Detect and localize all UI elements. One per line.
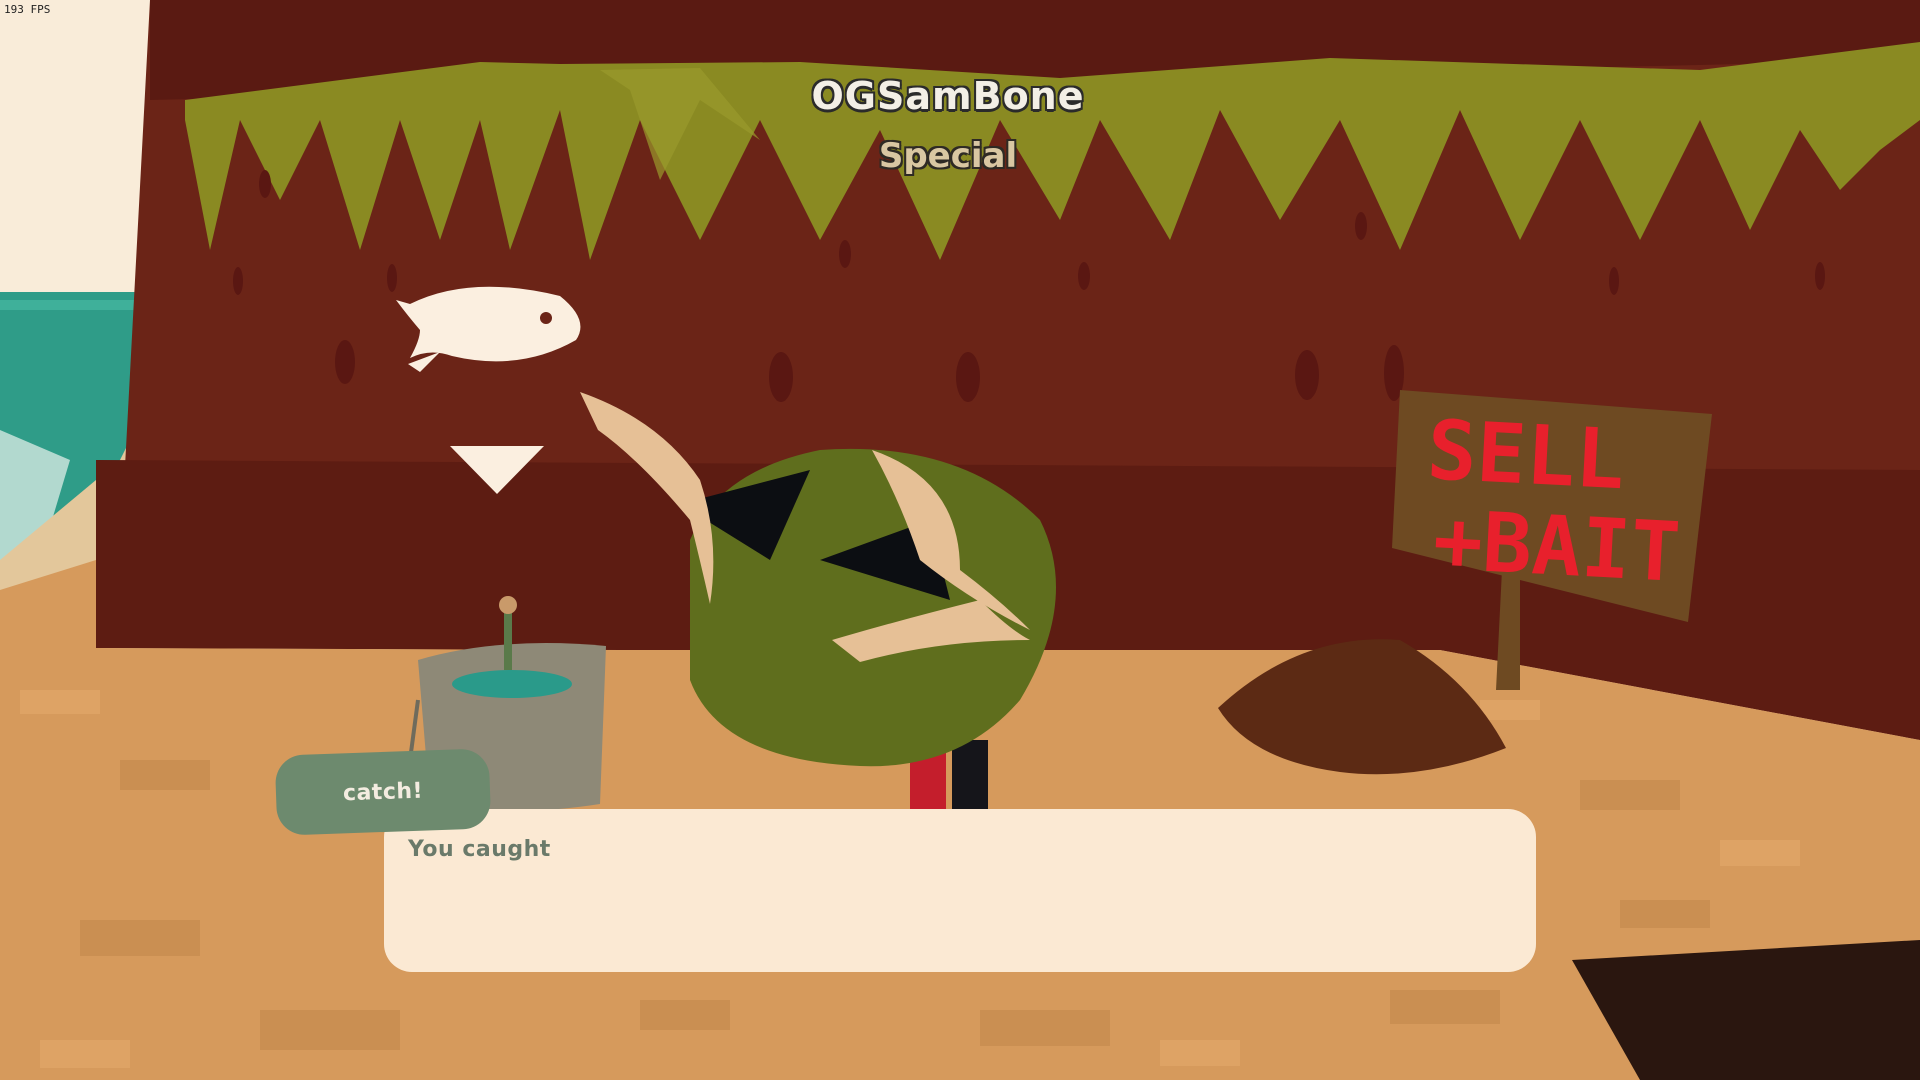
fps-counter: 193 FPS (4, 3, 51, 16)
speaker-tag: catch! (274, 748, 492, 836)
player-name: OGSamBone (811, 74, 1085, 118)
dialog-box[interactable]: You caught (384, 809, 1536, 972)
sign-line-2: +BAIT (1431, 493, 1682, 601)
game-viewport[interactable]: SELL +BAIT 193 FPS OGSamBone Special You… (0, 0, 1920, 1080)
sign-line-1: SELL (1425, 403, 1627, 508)
speaker-name: catch! (342, 778, 424, 806)
dialog-text: You caught (408, 837, 551, 862)
player-title: Special (878, 136, 1018, 176)
